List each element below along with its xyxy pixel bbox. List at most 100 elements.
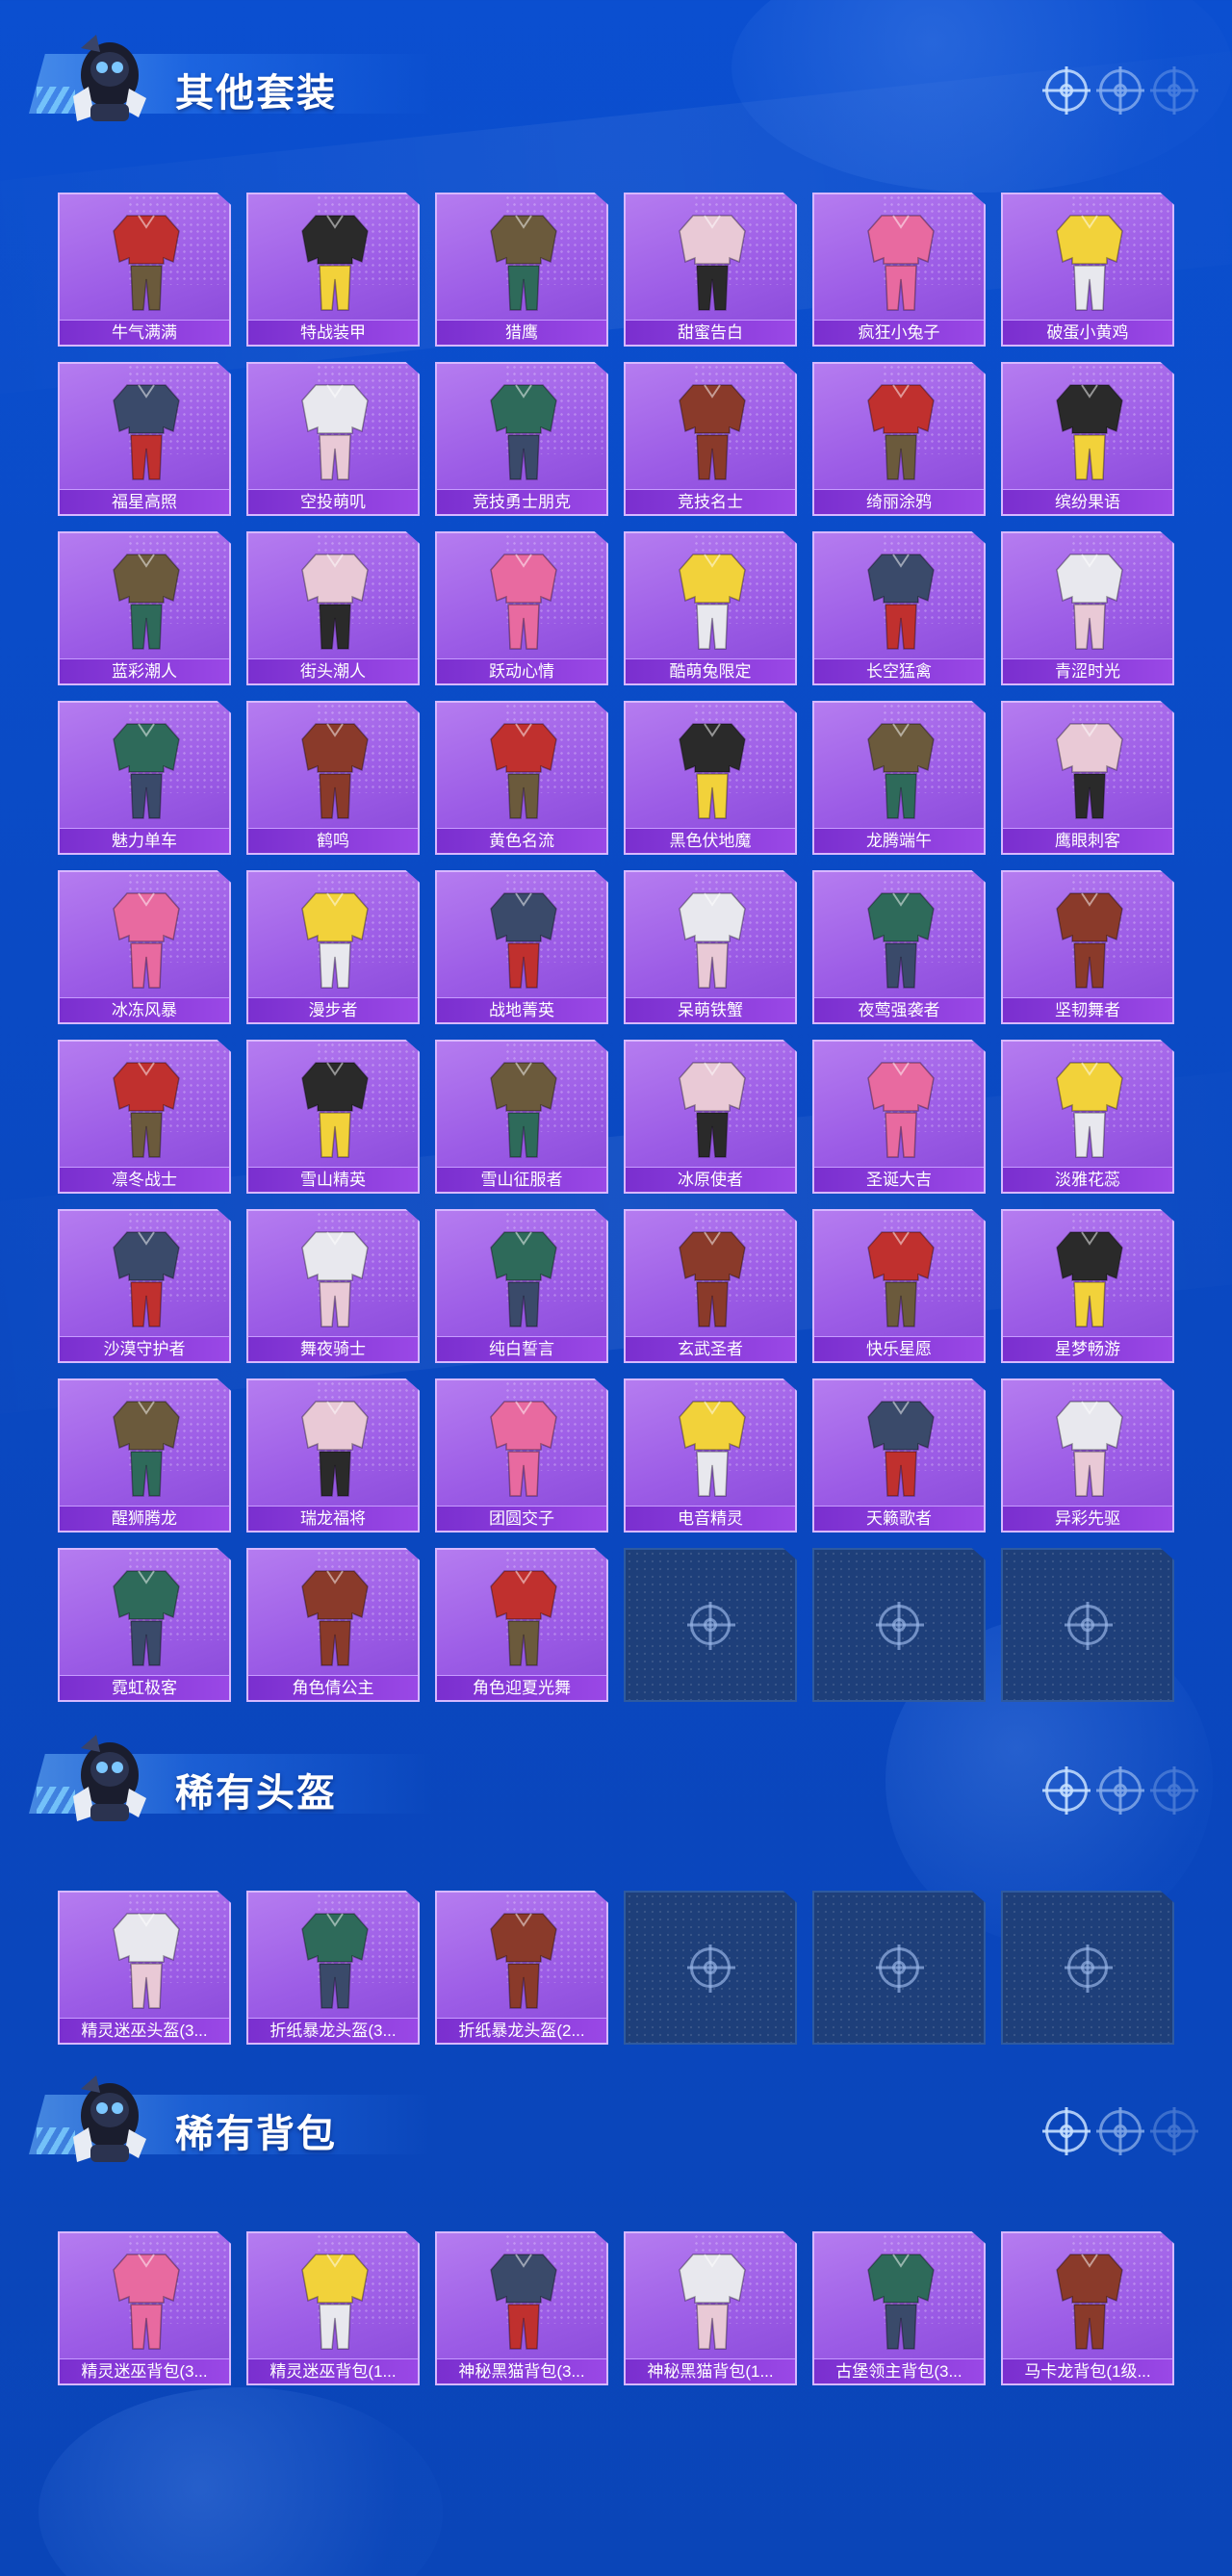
- item-name: 坚韧舞者: [1003, 997, 1172, 1022]
- outfit-icon: [490, 1062, 557, 1158]
- item-card[interactable]: 绮丽涂鸦: [812, 362, 986, 516]
- item-card[interactable]: 鹤鸣: [246, 701, 420, 855]
- item-card[interactable]: 醒狮腾龙: [58, 1378, 231, 1533]
- item-card[interactable]: 纯白誓言: [435, 1209, 608, 1363]
- item-name: 街头潮人: [248, 658, 418, 683]
- item-card[interactable]: 折纸暴龙头盔(2...: [435, 1891, 608, 2045]
- outfit-icon: [1056, 2254, 1123, 2350]
- item-card[interactable]: 战地菁英: [435, 870, 608, 1024]
- outfit-icon: [301, 554, 369, 650]
- item-card[interactable]: 酷萌兔限定: [624, 531, 797, 685]
- outfit-icon: [301, 215, 369, 311]
- helmet-grid: 精灵迷巫头盔(3... 折纸暴龙头盔(3... 折纸暴龙头盔(2...: [58, 1891, 1174, 2045]
- item-card[interactable]: 星梦畅游: [1001, 1209, 1174, 1363]
- item-card[interactable]: 团圆交子: [435, 1378, 608, 1533]
- item-card[interactable]: 天籁歌者: [812, 1378, 986, 1533]
- item-card[interactable]: 跃动心情: [435, 531, 608, 685]
- item-card[interactable]: 电音精灵: [624, 1378, 797, 1533]
- item-card[interactable]: 呆萌铁蟹: [624, 870, 797, 1024]
- item-card[interactable]: 精灵迷巫头盔(3...: [58, 1891, 231, 2045]
- item-card[interactable]: 长空猛禽: [812, 531, 986, 685]
- outfit-icon: [1056, 1231, 1123, 1327]
- item-card[interactable]: 福星高照: [58, 362, 231, 516]
- item-card[interactable]: 坚韧舞者: [1001, 870, 1174, 1024]
- item-name: 青涩时光: [1003, 658, 1172, 683]
- section-title: 稀有头盔: [175, 1772, 337, 1815]
- item-card[interactable]: 猎鹰: [435, 193, 608, 347]
- item-card[interactable]: 角色迎夏光舞: [435, 1548, 608, 1702]
- item-card[interactable]: 古堡领主背包(3...: [812, 2231, 986, 2385]
- outfit-icon: [867, 892, 935, 989]
- item-name: 夜莺强袭者: [814, 997, 984, 1022]
- item-name: 竞技名士: [626, 489, 795, 514]
- item-card[interactable]: 黄色名流: [435, 701, 608, 855]
- item-card[interactable]: 黑色伏地魔: [624, 701, 797, 855]
- outfit-icon: [113, 723, 180, 819]
- item-name: 鹰眼刺客: [1003, 828, 1172, 853]
- item-card[interactable]: 甜蜜告白: [624, 193, 797, 347]
- item-card[interactable]: 舞夜骑士: [246, 1209, 420, 1363]
- item-name: 凛冬战士: [60, 1167, 229, 1192]
- item-card[interactable]: 凛冬战士: [58, 1040, 231, 1194]
- item-card[interactable]: 折纸暴龙头盔(3...: [246, 1891, 420, 2045]
- item-card[interactable]: 精灵迷巫背包(3...: [58, 2231, 231, 2385]
- item-card[interactable]: 霓虹极客: [58, 1548, 231, 1702]
- item-card[interactable]: 空投萌叽: [246, 362, 420, 516]
- item-name: 龙腾端午: [814, 828, 984, 853]
- outfit-icon: [490, 384, 557, 480]
- item-card[interactable]: 竞技名士: [624, 362, 797, 516]
- crosshair-icon: [1045, 2110, 1088, 2152]
- item-card[interactable]: 冰原使者: [624, 1040, 797, 1194]
- item-name: 圣诞大吉: [814, 1167, 984, 1192]
- item-card[interactable]: 漫步者: [246, 870, 420, 1024]
- item-card[interactable]: 沙漠守护者: [58, 1209, 231, 1363]
- item-card[interactable]: 破蛋小黄鸡: [1001, 193, 1174, 347]
- outfit-icon: [113, 1570, 180, 1666]
- item-card[interactable]: 瑞龙福将: [246, 1378, 420, 1533]
- item-card[interactable]: 圣诞大吉: [812, 1040, 986, 1194]
- crosshair-icon: [1099, 69, 1142, 112]
- item-card[interactable]: 神秘黑猫背包(1...: [624, 2231, 797, 2385]
- item-card[interactable]: 竞技勇士朋克: [435, 362, 608, 516]
- item-name: 猎鹰: [437, 320, 606, 345]
- outfit-icon: [301, 1062, 369, 1158]
- item-card[interactable]: 雪山精英: [246, 1040, 420, 1194]
- outfit-icon: [490, 892, 557, 989]
- item-card[interactable]: 蓝彩潮人: [58, 531, 231, 685]
- item-card[interactable]: 缤纷果语: [1001, 362, 1174, 516]
- item-card[interactable]: 雪山征服者: [435, 1040, 608, 1194]
- crosshair-icon: [1099, 1769, 1142, 1812]
- item-name: 神秘黑猫背包(3...: [437, 2358, 606, 2383]
- item-name: 精灵迷巫背包(1...: [248, 2358, 418, 2383]
- section-rare-helmets: 稀有头盔 精灵迷巫头盔(3... 折纸暴龙头盔(3... 折纸暴龙头盔(2...: [0, 1719, 1232, 2045]
- item-card[interactable]: 街头潮人: [246, 531, 420, 685]
- item-card[interactable]: 玄武圣者: [624, 1209, 797, 1363]
- item-name: 空投萌叽: [248, 489, 418, 514]
- item-card[interactable]: 淡雅花蕊: [1001, 1040, 1174, 1194]
- outfit-icon: [1056, 892, 1123, 989]
- item-card[interactable]: 异彩先驱: [1001, 1378, 1174, 1533]
- item-name: 破蛋小黄鸡: [1003, 320, 1172, 345]
- section-header: 其他套装: [0, 19, 1232, 135]
- item-card[interactable]: 夜莺强袭者: [812, 870, 986, 1024]
- outfit-icon: [490, 1231, 557, 1327]
- item-card[interactable]: 精灵迷巫背包(1...: [246, 2231, 420, 2385]
- item-card[interactable]: 疯狂小兔子: [812, 193, 986, 347]
- item-card[interactable]: 魅力单车: [58, 701, 231, 855]
- item-card[interactable]: 牛气满满: [58, 193, 231, 347]
- item-card[interactable]: 鹰眼刺客: [1001, 701, 1174, 855]
- item-name: 快乐星愿: [814, 1336, 984, 1361]
- item-card[interactable]: 角色倩公主: [246, 1548, 420, 1702]
- item-card[interactable]: 神秘黑猫背包(3...: [435, 2231, 608, 2385]
- item-card[interactable]: 青涩时光: [1001, 531, 1174, 685]
- item-card[interactable]: 冰冻风暴: [58, 870, 231, 1024]
- item-card[interactable]: 特战装甲: [246, 193, 420, 347]
- outfit-icon: [867, 554, 935, 650]
- item-card[interactable]: 快乐星愿: [812, 1209, 986, 1363]
- item-card[interactable]: 马卡龙背包(1级...: [1001, 2231, 1174, 2385]
- item-card[interactable]: 龙腾端午: [812, 701, 986, 855]
- outfit-icon: [113, 1401, 180, 1497]
- section-header: 稀有背包: [0, 2060, 1232, 2176]
- outfit-icon: [679, 554, 746, 650]
- empty-slot: [624, 1548, 797, 1702]
